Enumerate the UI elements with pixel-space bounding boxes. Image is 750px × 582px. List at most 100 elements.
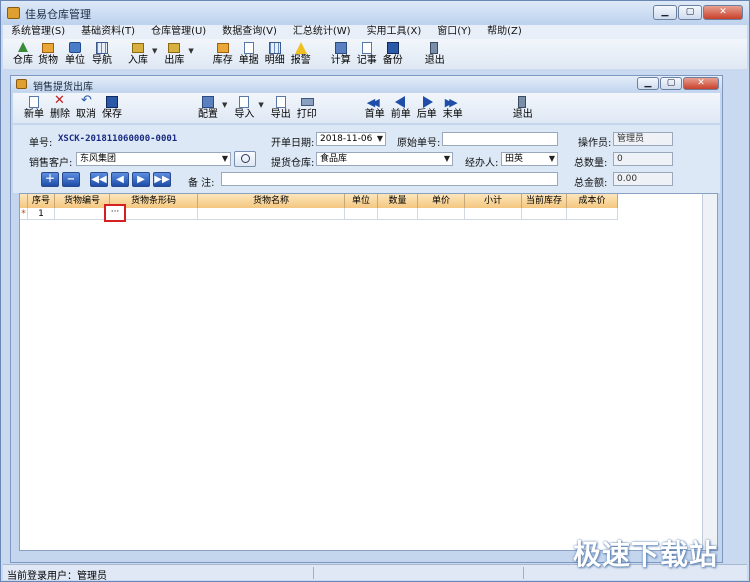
stock-out-icon bbox=[168, 43, 181, 53]
menu-window[interactable]: 窗口(Y) bbox=[429, 25, 479, 39]
export-button[interactable]: 导出 bbox=[268, 93, 294, 123]
add-row-button[interactable]: ＋ bbox=[41, 172, 59, 187]
child-restore-button[interactable]: ▢ bbox=[660, 77, 682, 90]
menu-basic-data[interactable]: 基础资料(T) bbox=[73, 25, 143, 39]
config-icon bbox=[202, 96, 214, 108]
cell-unit[interactable] bbox=[345, 208, 378, 220]
docs-icon bbox=[243, 42, 254, 54]
delete-button[interactable]: ✕ 删除 bbox=[47, 93, 73, 123]
config-button[interactable]: 配置 bbox=[195, 93, 221, 123]
main-toolbar: 仓库 货物 单位 导航 入库 ▼ 出库 ▼ 库存 单据 明细 报警 计算 记事 … bbox=[3, 39, 747, 69]
cell-subtotal[interactable] bbox=[465, 208, 522, 220]
menu-help[interactable]: 帮助(Z) bbox=[479, 25, 530, 39]
col-quantity[interactable]: 数量 bbox=[378, 194, 418, 208]
date-picker[interactable]: 2018-11-06 ▼ bbox=[316, 132, 386, 146]
unit-button[interactable]: 单位 bbox=[61, 39, 89, 69]
cell-goods-code[interactable] bbox=[55, 208, 110, 220]
customer-select[interactable]: 东风集团 ▼ bbox=[76, 152, 231, 166]
col-cost-price[interactable]: 成本价 bbox=[567, 194, 618, 208]
first-bill-button[interactable]: ◀◀ 首单 bbox=[362, 93, 388, 123]
import-dropdown[interactable]: ▼ bbox=[258, 101, 263, 109]
child-close-button[interactable]: ✕ bbox=[683, 77, 719, 90]
menu-query[interactable]: 数据查询(V) bbox=[214, 25, 285, 39]
calc-button[interactable]: 计算 bbox=[328, 39, 354, 69]
detail-icon bbox=[268, 42, 281, 54]
print-button[interactable]: 打印 bbox=[294, 93, 320, 123]
last-icon: ▶▶ bbox=[444, 96, 458, 109]
maximize-button[interactable]: ▢ bbox=[678, 5, 702, 20]
total-amount-label: 总金额: bbox=[574, 178, 608, 189]
child-minimize-button[interactable]: ▁ bbox=[637, 77, 659, 90]
goods-picker-button[interactable]: ··· bbox=[104, 204, 126, 222]
remove-row-button[interactable]: − bbox=[62, 172, 80, 187]
notes-icon bbox=[361, 42, 372, 54]
bill-no-value: XSCK-201811060000-0001 bbox=[58, 134, 178, 144]
menu-tools[interactable]: 实用工具(X) bbox=[359, 25, 430, 39]
prev-row-button[interactable]: ◀ bbox=[111, 172, 129, 187]
orig-no-input[interactable] bbox=[442, 132, 558, 146]
warehouse-button[interactable]: 仓库 bbox=[11, 39, 35, 69]
alarm-button[interactable]: 报警 bbox=[288, 39, 314, 69]
row-index: 1 bbox=[28, 208, 55, 220]
cell-quantity[interactable] bbox=[378, 208, 418, 220]
last-bill-button[interactable]: ▶▶ 末单 bbox=[440, 93, 466, 123]
col-current-stock[interactable]: 当前库存 bbox=[522, 194, 567, 208]
cell-current-stock[interactable] bbox=[522, 208, 567, 220]
child-exit-button[interactable]: 退出 bbox=[510, 93, 536, 123]
menu-warehouse-mgmt[interactable]: 仓库管理(U) bbox=[143, 25, 214, 39]
detail-button[interactable]: 明细 bbox=[262, 39, 288, 69]
last-row-button[interactable]: ▶▶ bbox=[153, 172, 171, 187]
close-button[interactable]: ✕ bbox=[703, 5, 743, 20]
backup-button[interactable]: 备份 bbox=[380, 39, 406, 69]
notes-button[interactable]: 记事 bbox=[354, 39, 380, 69]
col-goods-name[interactable]: 货物名称 bbox=[198, 194, 345, 208]
cancel-button[interactable]: ↶ 取消 bbox=[73, 93, 99, 123]
cell-goods-name[interactable] bbox=[198, 208, 345, 220]
menu-statistics[interactable]: 汇总统计(W) bbox=[285, 25, 359, 39]
minimize-button[interactable]: ▁ bbox=[653, 5, 677, 20]
stock-in-dropdown[interactable]: ▼ bbox=[152, 47, 157, 55]
cell-cost-price[interactable] bbox=[567, 208, 618, 220]
customer-search-button[interactable] bbox=[234, 151, 256, 167]
inventory-icon bbox=[216, 43, 229, 53]
stock-in-button[interactable]: 入库 bbox=[125, 39, 151, 69]
status-divider bbox=[523, 567, 524, 579]
first-row-button[interactable]: ◀◀ bbox=[90, 172, 108, 187]
next-row-button[interactable]: ▶ bbox=[132, 172, 150, 187]
col-unit-price[interactable]: 单价 bbox=[418, 194, 465, 208]
col-unit[interactable]: 单位 bbox=[345, 194, 378, 208]
menu-system[interactable]: 系统管理(S) bbox=[3, 25, 73, 39]
save-button[interactable]: 保存 bbox=[99, 93, 125, 123]
inventory-button[interactable]: 库存 bbox=[210, 39, 236, 69]
export-icon bbox=[275, 96, 286, 108]
total-qty-label: 总数量: bbox=[574, 158, 608, 169]
stock-out-button[interactable]: 出库 bbox=[161, 39, 187, 69]
warehouse-select[interactable]: 食品库 ▼ bbox=[316, 152, 453, 166]
docs-button[interactable]: 单据 bbox=[236, 39, 262, 69]
import-button[interactable]: 导入 bbox=[231, 93, 257, 123]
goods-button[interactable]: 货物 bbox=[35, 39, 61, 69]
status-divider bbox=[313, 567, 314, 579]
config-dropdown[interactable]: ▼ bbox=[222, 101, 227, 109]
col-index[interactable]: 序号 bbox=[28, 194, 55, 208]
col-subtotal[interactable]: 小计 bbox=[465, 194, 522, 208]
new-bill-button[interactable]: 新单 bbox=[21, 93, 47, 123]
backup-icon bbox=[386, 42, 399, 54]
stock-out-dropdown[interactable]: ▼ bbox=[188, 47, 193, 55]
delete-icon: ✕ bbox=[54, 93, 65, 108]
remark-input[interactable] bbox=[221, 172, 558, 186]
date-value: 2018-11-06 bbox=[320, 134, 373, 144]
exit-button[interactable]: 退出 bbox=[422, 39, 448, 69]
undo-icon: ↶ bbox=[81, 93, 92, 108]
cell-unit-price[interactable] bbox=[418, 208, 465, 220]
new-doc-icon bbox=[29, 96, 39, 108]
prev-bill-button[interactable]: 前单 bbox=[388, 93, 414, 123]
vertical-scrollbar[interactable] bbox=[702, 194, 717, 550]
col-goods-code[interactable]: 货物编号 bbox=[55, 194, 110, 208]
bill-no-label: 单号: bbox=[29, 138, 53, 149]
customer-label: 销售客户: bbox=[29, 158, 73, 169]
nav-button[interactable]: 导航 bbox=[89, 39, 115, 69]
handler-select[interactable]: 田英 ▼ bbox=[501, 152, 558, 166]
child-title: 销售提货出库 bbox=[33, 82, 93, 93]
next-bill-button[interactable]: 后单 bbox=[414, 93, 440, 123]
